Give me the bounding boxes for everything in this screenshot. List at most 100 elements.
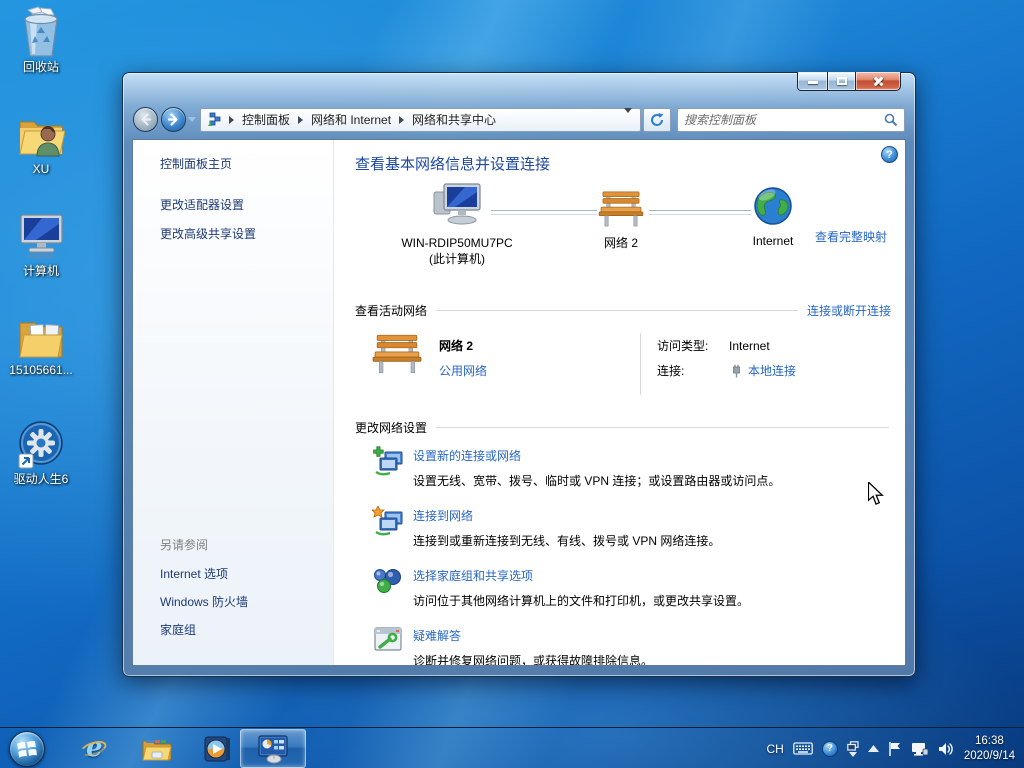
local-connection-link[interactable]: 本地连接 (748, 362, 796, 379)
recycle-bin-icon (6, 6, 76, 58)
active-networks-header-label: 查看活动网络 (355, 304, 428, 318)
window-body: 控制面板主页 更改适配器设置 更改高级共享设置 另请参阅 Internet 选项… (132, 139, 906, 666)
active-network-summary: 网络 2 公用网络 (372, 333, 640, 379)
see-also-header: 另请参阅 (160, 538, 209, 552)
map-node-network[interactable]: 网络 2 (571, 190, 671, 251)
change-settings-header-label: 更改网络设置 (355, 421, 428, 435)
recent-pages-dropdown[interactable] (186, 107, 198, 132)
address-dropdown-button[interactable] (620, 107, 636, 127)
volume-icon[interactable] (938, 741, 954, 757)
desktop-icon-label: 回收站 (22, 60, 59, 74)
map-network-label: 网络 2 (603, 236, 638, 250)
network-tray-icon[interactable] (911, 741, 929, 757)
header-rule (436, 427, 889, 428)
taskbar-clock[interactable]: 16:38 2020/9/14 (964, 734, 1015, 764)
sidebar-item-internet-options[interactable]: Internet 选项 (160, 565, 248, 582)
user-folder-icon (6, 112, 76, 160)
desktop-icon-xu-folder[interactable]: XU (6, 112, 76, 176)
desktop-icon-label: 驱动人生6 (13, 472, 69, 486)
task-title-link[interactable]: 选择家庭组和共享选项 (413, 567, 533, 584)
start-button[interactable] (7, 728, 47, 768)
connection-label: 连接: (657, 364, 685, 378)
connect-disconnect-link[interactable]: 连接或断开连接 (807, 302, 891, 319)
sidebar-item-change-adapter-settings[interactable]: 更改适配器设置 (160, 196, 333, 213)
desktop-icon-numbered-folder[interactable]: 15105661... (6, 315, 76, 377)
address-bar[interactable]: 控制面板 网络和 Internet 网络和共享中心 (200, 107, 641, 132)
network-bench-icon (598, 191, 644, 227)
network-bench-icon (372, 334, 422, 374)
task-connect-to-network: 连接到网络 连接到或重新连接到无线、有线、拨号或 VPN 网络连接。 (371, 505, 891, 549)
task-title-link[interactable]: 连接到网络 (413, 507, 473, 524)
minimize-button[interactable] (797, 72, 827, 91)
internet-globe-icon (754, 187, 792, 225)
task-description: 访问位于其他网络计算机上的文件和打印机，或更改共享设置。 (413, 594, 750, 608)
search-icon[interactable] (884, 113, 898, 127)
minimize-icon (808, 81, 818, 84)
chevron-down-icon (188, 117, 196, 122)
view-full-map-link[interactable]: 查看完整映射 (815, 228, 887, 245)
taskbar-internet-explorer[interactable]: e (78, 728, 109, 768)
clock-time: 16:38 (975, 734, 1004, 747)
access-type-row: 访问类型: Internet (657, 337, 796, 354)
system-tray: CH ? 16:38 2020/9/14 (757, 728, 1024, 768)
header-rule (436, 310, 798, 311)
language-bar-options-icon[interactable] (847, 740, 859, 757)
breadcrumb-network-internet[interactable]: 网络和 Internet (311, 111, 391, 128)
desktop-icon-computer[interactable]: 计算机 (6, 212, 76, 278)
action-center-flag-icon[interactable] (888, 741, 902, 757)
active-network-name: 网络 2 (439, 339, 474, 353)
public-network-link[interactable]: 公用网络 (439, 364, 487, 378)
navigation-toolbar: 控制面板 网络和 Internet 网络和共享中心 (123, 101, 915, 138)
sidebar-item-homegroup[interactable]: 家庭组 (160, 621, 248, 638)
caption-buttons (797, 72, 901, 91)
desktop-wallpaper: 回收站 XU 计算机 15105661... 驱动人生6 控制面板 网络和 In… (0, 0, 1024, 768)
forward-arrow-icon (167, 113, 178, 126)
task-description: 设置无线、宽带、拨号、临时或 VPN 连接；或设置路由器或访问点。 (413, 474, 781, 488)
breadcrumb-control-panel[interactable]: 控制面板 (242, 111, 290, 128)
task-description: 诊断并修复网络问题，或获得故障排除信息。 (413, 654, 654, 665)
windows-logo-icon (9, 730, 45, 767)
internet-explorer-icon: e (78, 733, 109, 763)
window-titlebar[interactable] (123, 72, 915, 101)
map-node-computer[interactable]: WIN-RDIP50MU7PC (此计算机) (383, 182, 531, 267)
task-title-link[interactable]: 设置新的连接或网络 (413, 447, 521, 464)
map-computer-sublabel: (此计算机) (429, 252, 485, 266)
taskbar-media-player[interactable] (201, 728, 233, 768)
close-button[interactable] (855, 72, 901, 91)
refresh-button[interactable] (643, 107, 671, 132)
active-network-details: 访问类型: Internet 连接: 本地连接 (657, 333, 796, 387)
search-box[interactable] (677, 107, 905, 132)
sidebar: 控制面板主页 更改适配器设置 更改高级共享设置 另请参阅 Internet 选项… (133, 140, 334, 665)
help-icon[interactable]: ? (881, 146, 898, 163)
desktop-icon-label: 计算机 (22, 264, 59, 278)
desktop-icon-driver-app[interactable]: 驱动人生6 (6, 420, 76, 486)
forward-button[interactable] (161, 107, 186, 132)
active-networks-section-header: 查看活动网络 连接或断开连接 (355, 302, 891, 319)
sidebar-item-control-panel-home[interactable]: 控制面板主页 (160, 155, 333, 172)
gear-app-icon (6, 420, 76, 470)
page-title: 查看基本网络信息并设置连接 (355, 156, 551, 173)
search-input[interactable] (684, 112, 884, 127)
see-also-section: 另请参阅 Internet 选项 Windows 防火墙 家庭组 (160, 536, 248, 649)
active-network-box: 网络 2 公用网络 访问类型: Internet 连接: 本地连接 (355, 319, 891, 411)
breadcrumb-network-sharing-center[interactable]: 网络和共享中心 (412, 111, 496, 128)
access-type-label: 访问类型: (657, 339, 709, 353)
map-node-internet[interactable]: Internet (723, 186, 823, 249)
ime-help-icon[interactable]: ? (821, 740, 838, 757)
vertical-divider (640, 333, 641, 395)
taskbar-windows-explorer[interactable] (141, 728, 173, 768)
show-hidden-icons-button[interactable] (867, 745, 879, 752)
sidebar-item-change-advanced-sharing[interactable]: 更改高级共享设置 (160, 225, 333, 242)
sidebar-item-windows-firewall[interactable]: Windows 防火墙 (160, 593, 248, 610)
desktop-icon-label: XU (32, 162, 50, 176)
language-indicator[interactable]: CH (766, 742, 783, 756)
task-title-link[interactable]: 疑难解答 (413, 627, 461, 644)
task-troubleshoot: 疑难解答 诊断并修复网络问题，或获得故障排除信息。 (372, 626, 891, 665)
maximize-button[interactable] (827, 72, 855, 91)
control-panel-icon (258, 734, 288, 763)
desktop-icon-label: 15105661... (9, 363, 73, 377)
back-button[interactable] (133, 107, 158, 132)
desktop-icon-recycle-bin[interactable]: 回收站 (6, 6, 76, 74)
taskbar-active-window-control-panel[interactable] (240, 729, 306, 768)
keyboard-icon[interactable] (792, 742, 813, 755)
